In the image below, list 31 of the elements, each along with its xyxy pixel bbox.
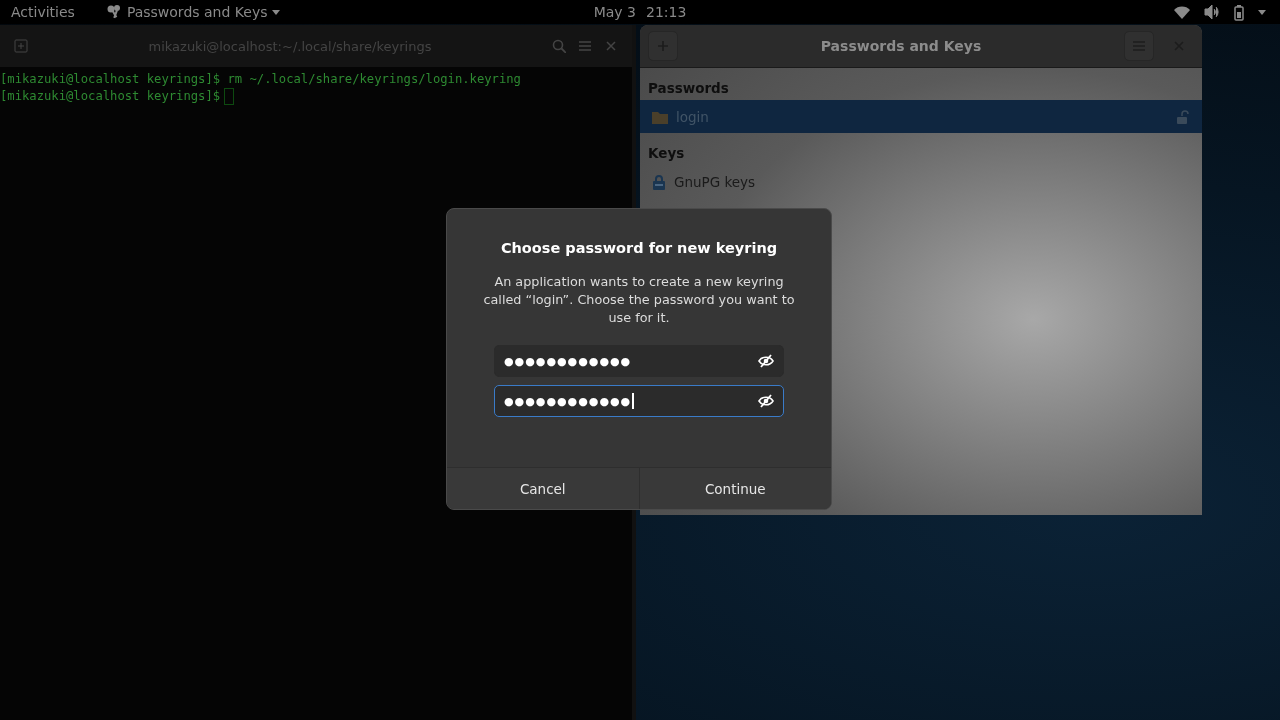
terminal-line: [mikazuki@localhost keyrings]$	[0, 88, 221, 105]
eye-slash-icon[interactable]	[758, 353, 774, 369]
volume-icon	[1204, 4, 1220, 20]
password-field[interactable]: ●●●●●●●●●●●●	[494, 385, 784, 417]
activities-button[interactable]: Activities	[0, 4, 86, 20]
app-menu[interactable]: Passwords and Keys	[105, 4, 281, 20]
section-heading: Keys	[647, 144, 686, 163]
new-tab-icon[interactable]	[14, 39, 28, 53]
search-icon[interactable]	[552, 39, 566, 53]
battery-icon	[1234, 3, 1244, 21]
password-field[interactable]: ●●●●●●●●●●●●	[494, 345, 784, 377]
dialog-title: Choose password for new keyring	[499, 240, 779, 256]
text-cursor	[224, 88, 235, 105]
section-heading: Passwords	[647, 79, 730, 98]
keys-icon	[105, 4, 122, 20]
close-icon[interactable]	[604, 39, 618, 53]
clock-date: May 3	[593, 4, 636, 20]
window-title: Passwords and Keys	[819, 38, 983, 54]
unlocked-padlock-icon	[1176, 109, 1190, 124]
key-lock-icon	[652, 173, 666, 190]
wifi-icon	[1174, 4, 1190, 20]
caret-icon	[272, 9, 281, 15]
caret-icon	[1258, 9, 1266, 15]
folder-icon	[652, 109, 668, 124]
dialog-button[interactable]: Continue	[638, 468, 831, 509]
menu-icon[interactable]	[578, 39, 592, 53]
item-label: GnuPG keys	[674, 173, 756, 190]
dialog-message: An application wants to create a new keyring called “login”. Choose the password you want to use for it.	[482, 273, 796, 327]
clock-time: 21:13	[645, 4, 687, 20]
eye-slash-icon[interactable]	[758, 393, 774, 409]
terminal-line: [mikazuki@localhost keyrings]$ rm ~/.local/share/keyrings/login.keyring	[0, 71, 521, 88]
